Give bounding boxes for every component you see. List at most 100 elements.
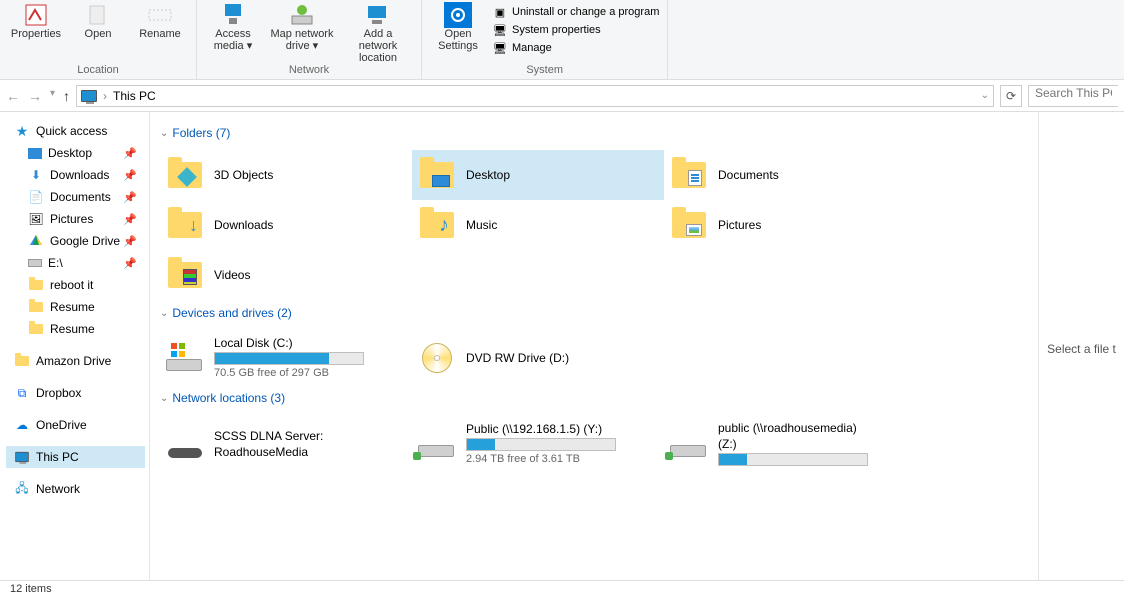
netloc-public-z[interactable]: public (\\roadhousemedia) (Z:)	[664, 415, 916, 472]
network-drive-icon	[670, 429, 708, 459]
network-icon: 🖧	[14, 481, 30, 497]
drive-dvd-d[interactable]: DVD RW Drive (D:)	[412, 330, 664, 385]
chevron-down-icon[interactable]: ⌄	[981, 90, 989, 101]
nav-pictures[interactable]: 🖼Pictures📌	[6, 208, 145, 230]
status-item-count: 12 items	[10, 583, 52, 595]
folder-3d-objects[interactable]: 3D Objects	[160, 150, 412, 200]
nav-tree: ★Quick access Desktop📌 ⬇Downloads📌 📄Docu…	[0, 112, 150, 580]
add-location-icon	[363, 2, 393, 28]
access-media-button[interactable]: Access media ▾	[205, 2, 261, 64]
back-button[interactable]: ←	[6, 88, 20, 104]
section-drives[interactable]: ⌄Devices and drives (2)	[160, 306, 1028, 320]
folder-icon	[672, 162, 706, 188]
folder-icon	[420, 162, 454, 188]
drive-local-c[interactable]: Local Disk (C:) 70.5 GB free of 297 GB	[160, 330, 412, 385]
drive-usage-bar	[466, 438, 616, 451]
up-button[interactable]: ↑	[63, 88, 70, 104]
folder-desktop[interactable]: Desktop	[412, 150, 664, 200]
nav-amazon-drive[interactable]: Amazon Drive	[6, 350, 145, 372]
nav-documents[interactable]: 📄Documents📌	[6, 186, 145, 208]
dropbox-icon: ⧉	[14, 385, 30, 401]
server-icon	[168, 448, 202, 458]
properties-label: Properties	[11, 28, 61, 40]
folder-icon	[28, 299, 44, 315]
section-network-locations[interactable]: ⌄Network locations (3)	[160, 391, 1028, 405]
folder-documents[interactable]: Documents	[664, 150, 916, 200]
status-bar: 12 items	[0, 580, 1124, 598]
nav-dropbox[interactable]: ⧉Dropbox	[6, 382, 145, 404]
nav-downloads[interactable]: ⬇Downloads📌	[6, 164, 145, 186]
refresh-button[interactable]: ⟳	[1000, 85, 1022, 107]
add-location-button[interactable]: Add a network location	[343, 2, 413, 64]
ribbon-group-system: Open Settings ▣Uninstall or change a pro…	[422, 0, 668, 79]
folder-icon: ↓	[168, 212, 202, 238]
map-drive-label: Map network drive ▾	[267, 28, 337, 52]
nav-this-pc[interactable]: This PC	[6, 446, 145, 468]
access-media-label: Access media ▾	[205, 28, 261, 52]
chevron-down-icon: ⌄	[160, 308, 168, 319]
system-properties-button[interactable]: 🖥System properties	[492, 22, 659, 38]
nav-network[interactable]: 🖧Network	[6, 478, 145, 500]
pin-icon: 📌	[123, 169, 137, 182]
folder-downloads[interactable]: ↓Downloads	[160, 200, 412, 250]
nav-e-drive[interactable]: E:\📌	[6, 252, 145, 274]
details-prompt: Select a file t	[1047, 342, 1116, 356]
breadcrumb-this-pc[interactable]: This PC	[113, 89, 156, 103]
downloads-icon: ⬇	[28, 167, 44, 183]
drive-usage-bar	[718, 453, 868, 466]
media-icon	[218, 2, 248, 28]
pictures-icon: 🖼	[28, 211, 44, 227]
drive-icon	[28, 259, 42, 267]
chevron-down-icon: ⌄	[160, 393, 168, 404]
open-button[interactable]: Open	[70, 2, 126, 40]
content-area: ⌄Folders (7) 3D Objects Desktop Document…	[150, 112, 1039, 580]
ribbon-group-network-label: Network	[289, 64, 329, 79]
nav-resume-1[interactable]: Resume	[6, 296, 145, 318]
netloc-public-y[interactable]: Public (\\192.168.1.5) (Y:) 2.94 TB free…	[412, 415, 664, 472]
nav-resume-2[interactable]: Resume	[6, 318, 145, 340]
address-box[interactable]: › This PC ⌄	[76, 85, 994, 107]
desktop-icon	[28, 148, 42, 159]
open-settings-button[interactable]: Open Settings	[430, 2, 486, 56]
forward-button[interactable]: →	[28, 88, 42, 104]
folder-pictures[interactable]: Pictures	[664, 200, 916, 250]
pin-icon: 📌	[123, 191, 137, 204]
netloc-scss-server[interactable]: SCSS DLNA Server:RoadhouseMedia	[160, 415, 412, 472]
properties-button[interactable]: Properties	[8, 2, 64, 40]
uninstall-button[interactable]: ▣Uninstall or change a program	[492, 4, 659, 20]
hdd-icon	[166, 343, 204, 373]
search-input[interactable]	[1028, 85, 1118, 107]
drive-usage-bar	[214, 352, 364, 365]
ribbon-group-system-label: System	[526, 64, 563, 79]
open-icon	[83, 2, 113, 28]
folder-videos[interactable]: Videos	[160, 250, 412, 300]
rename-button[interactable]: Rename	[132, 2, 188, 40]
nav-desktop[interactable]: Desktop📌	[6, 142, 145, 164]
open-settings-label: Open Settings	[430, 28, 486, 52]
folder-icon	[672, 212, 706, 238]
nav-reboot-it[interactable]: reboot it	[6, 274, 145, 296]
pin-icon: 📌	[123, 147, 137, 160]
rename-icon	[145, 2, 175, 28]
folder-music[interactable]: ♪Music	[412, 200, 664, 250]
folder-icon	[14, 353, 30, 369]
google-drive-icon	[28, 233, 44, 249]
body: ★Quick access Desktop📌 ⬇Downloads📌 📄Docu…	[0, 112, 1124, 580]
open-label: Open	[85, 28, 112, 40]
manage-button[interactable]: 🖥Manage	[492, 40, 659, 56]
monitor-icon: 🖥	[492, 22, 508, 38]
documents-icon: 📄	[28, 189, 44, 205]
pin-icon: 📌	[123, 235, 137, 248]
nav-quick-access[interactable]: ★Quick access	[6, 120, 145, 142]
ribbon-group-network: Access media ▾ Map network drive ▾ Add a…	[197, 0, 422, 79]
pin-icon: 📌	[123, 213, 137, 226]
folder-icon	[28, 321, 44, 337]
pin-icon: 📌	[123, 257, 137, 270]
recent-button[interactable]: ▾	[50, 88, 55, 104]
nav-onedrive[interactable]: ☁OneDrive	[6, 414, 145, 436]
map-drive-button[interactable]: Map network drive ▾	[267, 2, 337, 64]
onedrive-icon: ☁	[14, 417, 30, 433]
ribbon-group-location: Properties Open Rename Location	[0, 0, 197, 79]
section-folders[interactable]: ⌄Folders (7)	[160, 126, 1028, 140]
nav-google-drive[interactable]: Google Drive📌	[6, 230, 145, 252]
